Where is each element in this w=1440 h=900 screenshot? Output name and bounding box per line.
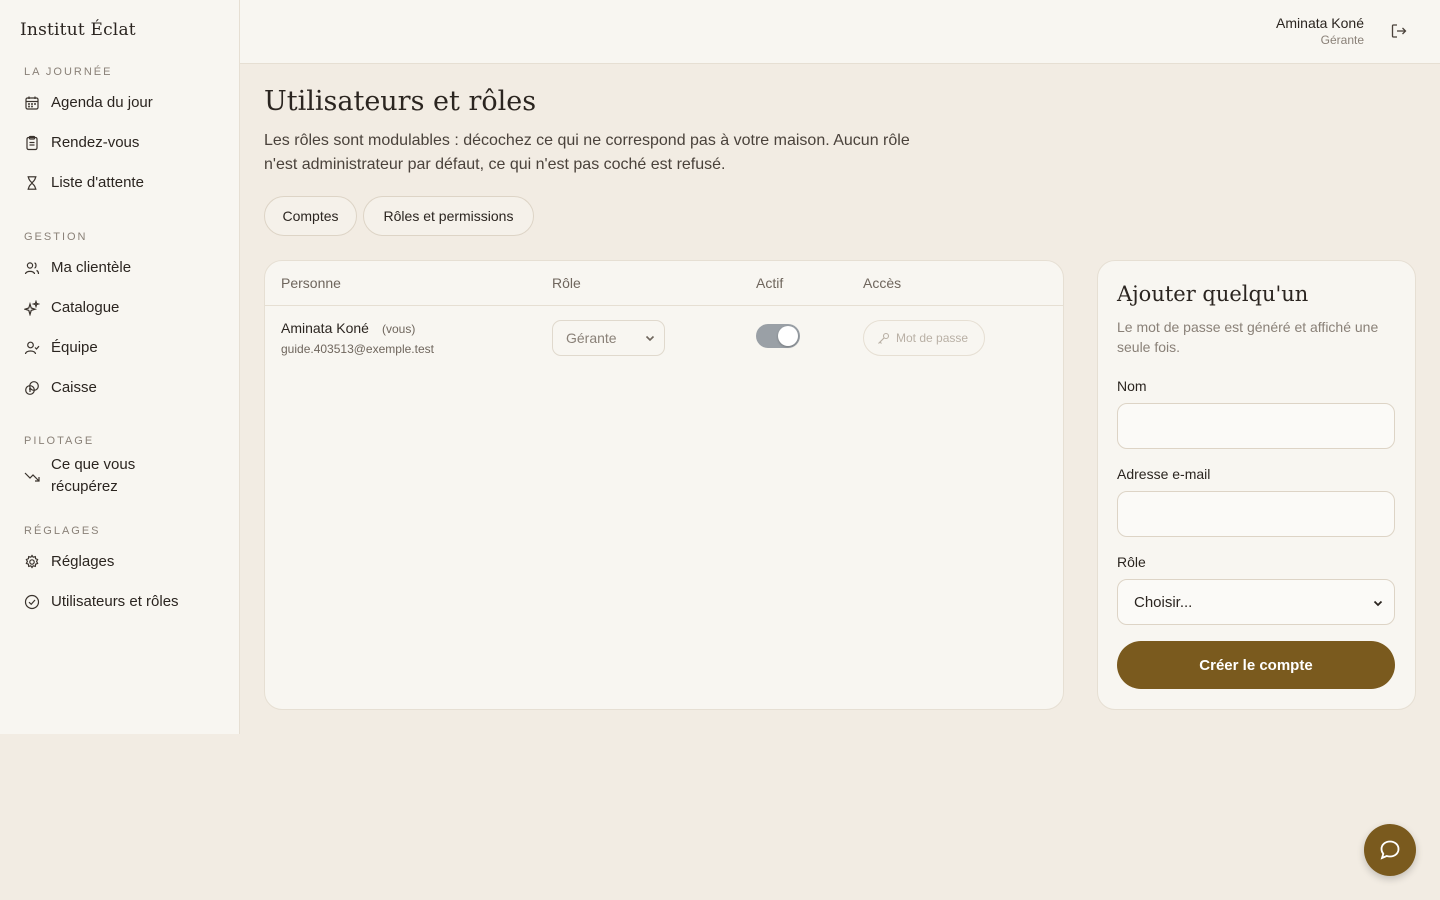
sidebar-item-reglages[interactable]: Réglages bbox=[24, 553, 224, 570]
toggle-knob bbox=[778, 326, 798, 346]
tab-roles-permissions[interactable]: Rôles et permissions bbox=[363, 196, 534, 236]
page-description: Les rôles sont modulables : décochez ce … bbox=[264, 132, 910, 173]
reset-password-label: Mot de passe bbox=[896, 331, 969, 345]
nav-section-journee: LA JOURNÉE bbox=[24, 66, 113, 78]
sidebar-item-label: Rendez-vous bbox=[51, 134, 140, 151]
table-header-divider bbox=[265, 305, 1063, 306]
trending-down-icon bbox=[24, 472, 40, 482]
column-header-actif: Actif bbox=[756, 275, 784, 291]
sidebar-item-rendez-vous[interactable]: Rendez-vous bbox=[24, 134, 224, 151]
person-email: guide.403513@exemple.test bbox=[281, 342, 434, 356]
email-field[interactable] bbox=[1117, 491, 1395, 537]
top-bar: Aminata Koné Gérante bbox=[240, 0, 1440, 64]
sidebar-item-equipe[interactable]: Équipe bbox=[24, 339, 224, 356]
sidebar-item-liste-attente[interactable]: Liste d'attente bbox=[24, 174, 224, 191]
gear-icon bbox=[25, 553, 39, 569]
chevron-down-icon bbox=[645, 335, 655, 342]
nav-section-gestion: GESTION bbox=[24, 231, 88, 243]
sparkles-icon bbox=[24, 299, 40, 316]
tab-comptes[interactable]: Comptes bbox=[264, 196, 357, 236]
clipboard-icon bbox=[26, 135, 38, 150]
row-role-select[interactable]: Gérante bbox=[552, 320, 665, 356]
name-label: Nom bbox=[1117, 378, 1147, 394]
sidebar-item-ce-que-vous-recuperez[interactable]: Ce que vous récupérez bbox=[24, 454, 224, 498]
email-label: Adresse e-mail bbox=[1117, 466, 1211, 482]
sidebar-item-label: Utilisateurs et rôles bbox=[51, 593, 179, 610]
sidebar-item-caisse[interactable]: Caisse bbox=[24, 379, 224, 396]
add-person-description: Le mot de passe est généré et affiché un… bbox=[1117, 319, 1379, 355]
user-role: Gérante bbox=[1320, 33, 1364, 47]
brand-logo: Institut Éclat bbox=[20, 20, 136, 40]
active-toggle[interactable] bbox=[756, 324, 800, 348]
column-header-personne: Personne bbox=[281, 275, 341, 291]
nav-section-pilotage: PILOTAGE bbox=[24, 435, 95, 447]
key-icon bbox=[878, 332, 890, 344]
role-label: Rôle bbox=[1117, 554, 1146, 570]
nav-section-reglages: RÉGLAGES bbox=[24, 525, 101, 537]
sidebar: Institut Éclat LA JOURNÉE Agenda du jour… bbox=[0, 0, 240, 734]
sidebar-item-catalogue[interactable]: Catalogue bbox=[24, 299, 224, 316]
page-title: Utilisateurs et rôles bbox=[264, 86, 537, 117]
reset-password-button[interactable]: Mot de passe bbox=[863, 320, 985, 356]
chevron-down-icon bbox=[1373, 600, 1383, 607]
users-icon bbox=[24, 261, 40, 274]
current-user-tag: (vous) bbox=[382, 322, 416, 336]
column-header-role: Rôle bbox=[552, 275, 581, 291]
coins-icon bbox=[25, 380, 39, 395]
column-header-acces: Accès bbox=[863, 275, 902, 291]
role-select-value: Choisir... bbox=[1134, 593, 1193, 611]
sidebar-item-label: Réglages bbox=[51, 553, 115, 570]
calendar-icon bbox=[25, 96, 39, 110]
chat-bubble-icon bbox=[1380, 840, 1400, 860]
team-icon bbox=[24, 341, 40, 354]
row-role-value: Gérante bbox=[566, 330, 617, 346]
sidebar-item-label: Catalogue bbox=[51, 299, 120, 316]
hourglass-icon bbox=[27, 175, 37, 190]
sidebar-item-label: Ce que vous récupérez bbox=[51, 456, 136, 495]
sidebar-item-label: Ma clientèle bbox=[51, 259, 132, 276]
person-name: Aminata Koné bbox=[281, 320, 369, 336]
add-person-title: Ajouter quelqu'un bbox=[1117, 282, 1309, 306]
logout-icon[interactable] bbox=[1390, 22, 1408, 40]
chat-button[interactable] bbox=[1364, 824, 1416, 876]
sidebar-item-label: Équipe bbox=[51, 339, 98, 356]
sidebar-item-label: Agenda du jour bbox=[51, 94, 153, 111]
name-field[interactable] bbox=[1117, 403, 1395, 449]
check-circle-icon bbox=[24, 594, 40, 609]
sidebar-item-ma-clientele[interactable]: Ma clientèle bbox=[24, 259, 224, 276]
create-account-button[interactable]: Créer le compte bbox=[1117, 641, 1395, 689]
sidebar-item-utilisateurs-roles[interactable]: Utilisateurs et rôles bbox=[24, 593, 224, 610]
role-select[interactable]: Choisir... bbox=[1117, 579, 1395, 625]
sidebar-item-agenda[interactable]: Agenda du jour bbox=[24, 94, 224, 111]
user-name: Aminata Koné bbox=[1276, 15, 1364, 31]
sidebar-item-label: Liste d'attente bbox=[51, 174, 144, 191]
app: Institut Éclat LA JOURNÉE Agenda du jour… bbox=[0, 0, 1440, 734]
sidebar-item-label: Caisse bbox=[51, 379, 97, 396]
